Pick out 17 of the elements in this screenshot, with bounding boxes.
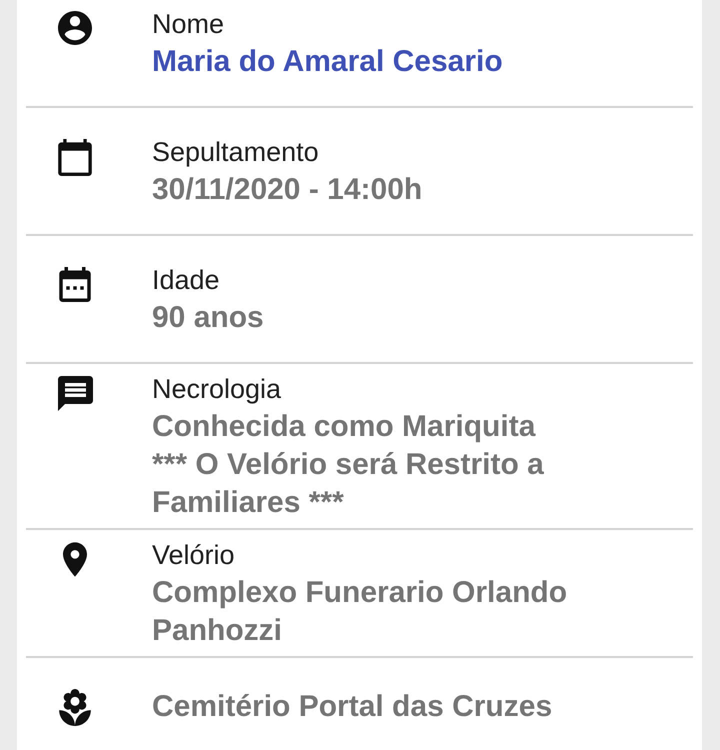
detail-value: 90 anos [152,300,265,336]
field-label: Idade [152,264,221,297]
field-label: Sepultamento [152,136,320,169]
flower-icon [59,688,91,726]
name-value: Maria do Amaral Cesario [152,44,504,80]
calendar-icon [58,139,92,176]
detail-value: 30/11/2020 - 14:00h [152,172,424,208]
field-label: Necrologia [152,373,282,406]
detail-value: *** O Velório será Restrito a Familiares *** [152,447,545,521]
detail-value: Cemitério Portal das Cruzes [152,689,554,725]
field-label: Velório [152,539,236,572]
map-pin-icon [63,542,87,577]
field-label: Nome [152,8,226,41]
message-icon [58,376,92,411]
detail-value: Conhecida como Mariquita [152,409,537,445]
detail-value: Complexo Funerario Orlando Panhozzi [152,575,568,649]
calendar-dots-icon [59,267,91,302]
